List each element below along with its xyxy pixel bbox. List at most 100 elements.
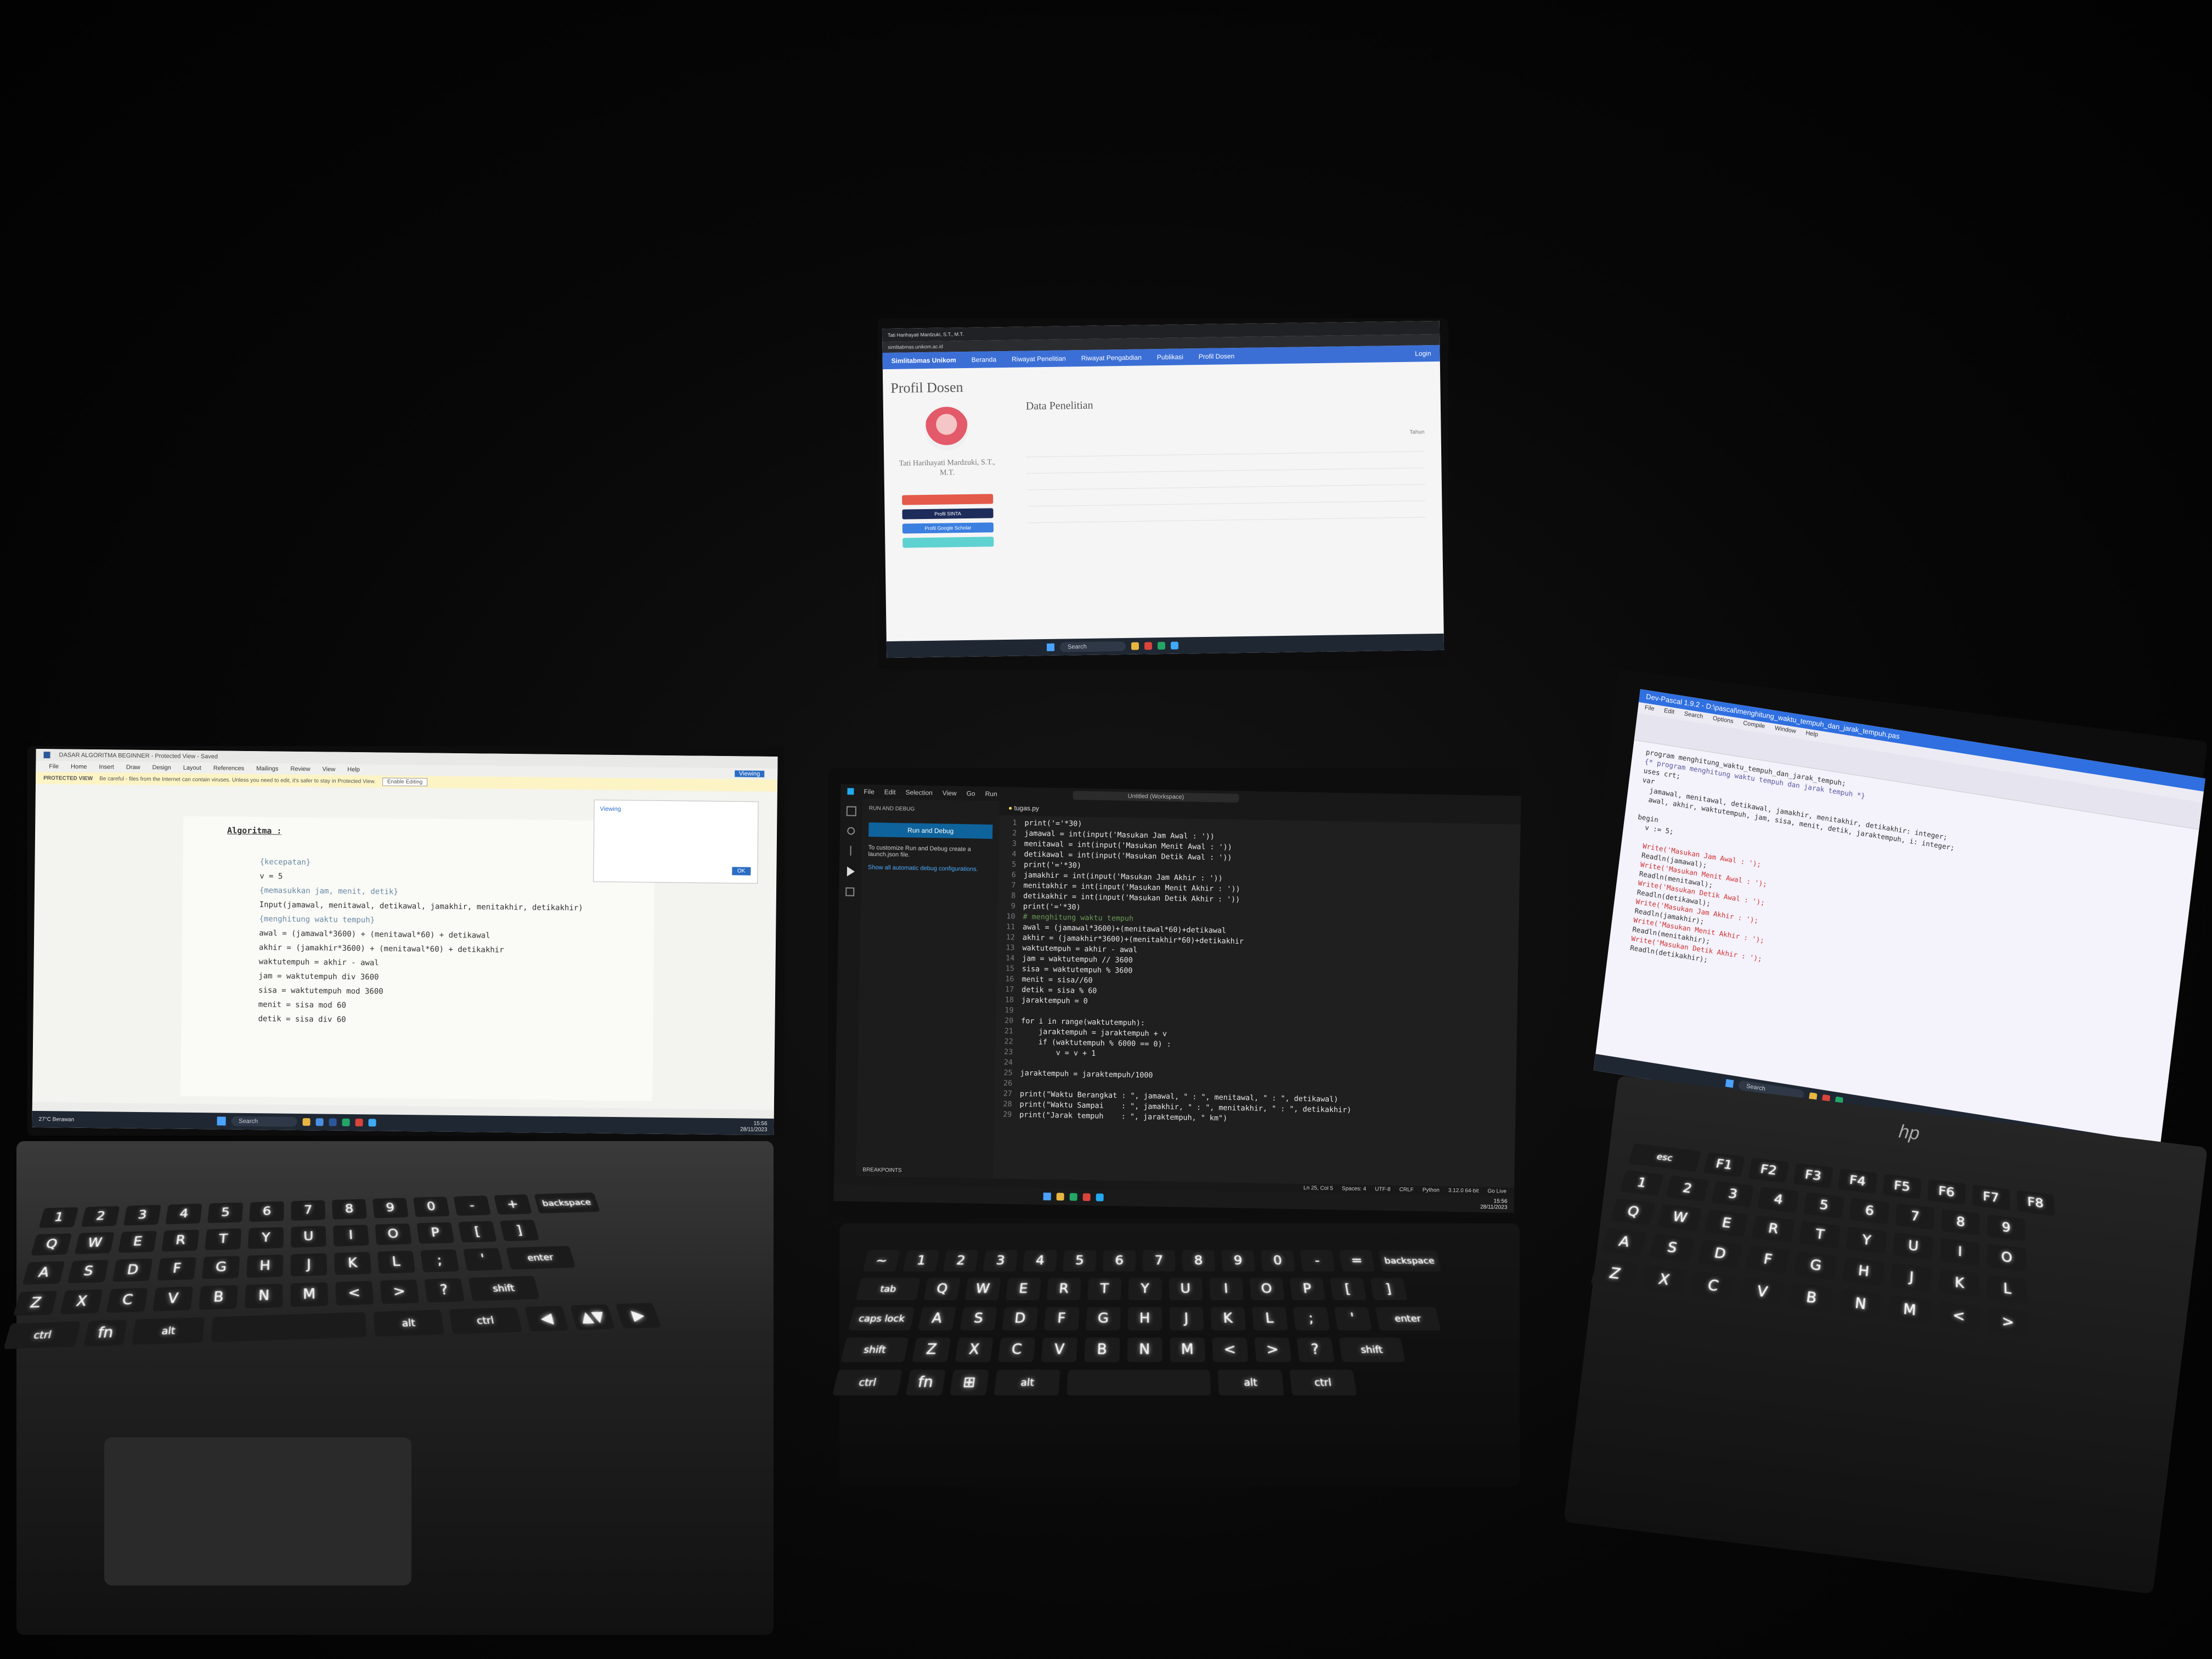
key[interactable]: F [157, 1257, 196, 1280]
key[interactable]: W [964, 1278, 1001, 1300]
key[interactable]: 9 [373, 1198, 408, 1218]
key[interactable]: alt [131, 1317, 205, 1345]
explorer-icon[interactable] [847, 806, 856, 816]
key[interactable]: I [1209, 1278, 1244, 1300]
menu-layout[interactable]: Layout [183, 765, 201, 771]
key[interactable]: U [1893, 1232, 1933, 1260]
key[interactable]: 8 [332, 1199, 367, 1219]
viewing-button[interactable]: Viewing [735, 770, 764, 777]
key[interactable]: S [67, 1260, 109, 1283]
key[interactable]: 6 [249, 1201, 284, 1222]
menu-draw[interactable]: Draw [126, 764, 140, 771]
status-item[interactable]: CRLF [1400, 1187, 1414, 1193]
key[interactable]: alt [373, 1310, 445, 1337]
key[interactable]: D [1697, 1239, 1743, 1268]
key[interactable]: A [22, 1261, 65, 1285]
key[interactable]: U [1169, 1278, 1202, 1300]
key[interactable]: G [202, 1256, 240, 1279]
key[interactable] [1066, 1370, 1211, 1396]
login-link[interactable]: Login [1415, 349, 1431, 357]
key[interactable]: < [1938, 1301, 1979, 1331]
key[interactable]: Y [1846, 1227, 1887, 1255]
key[interactable]: > [1987, 1307, 2029, 1338]
key[interactable]: X [1640, 1265, 1688, 1295]
run-and-debug-button[interactable]: Run and Debug [868, 822, 992, 839]
key[interactable]: T [205, 1228, 241, 1250]
menu-home[interactable]: Home [71, 764, 87, 770]
status-item[interactable]: Ln 25, Col 5 [1304, 1185, 1333, 1192]
key[interactable]: V [153, 1286, 193, 1312]
key[interactable]: P [416, 1222, 454, 1244]
key[interactable]: 3 [1711, 1181, 1754, 1207]
key[interactable]: < [335, 1281, 374, 1306]
email-button[interactable] [902, 494, 993, 505]
key[interactable]: 6 [1849, 1198, 1889, 1224]
menu-file[interactable]: File [1644, 704, 1655, 715]
key[interactable]: ▶ [616, 1303, 662, 1329]
menu-design[interactable]: Design [153, 764, 171, 771]
extensions-icon[interactable] [845, 887, 854, 896]
browser-tab[interactable]: Tati Harihayati Mardzuki, S.T., M.T. [888, 331, 964, 338]
key[interactable]: F3 [1793, 1163, 1833, 1188]
key[interactable]: H [1842, 1257, 1884, 1286]
key[interactable]: [ [458, 1221, 497, 1243]
key[interactable]: 1 [38, 1207, 78, 1228]
key[interactable]: G [1086, 1307, 1121, 1330]
command-center[interactable]: Untitled (Workspace) [1073, 791, 1239, 803]
key[interactable]: P [1289, 1278, 1325, 1300]
key[interactable]: W [74, 1232, 114, 1254]
app-icon[interactable] [1070, 1193, 1077, 1201]
key[interactable]: N [245, 1284, 283, 1308]
status-item[interactable]: Spaces: 4 [1342, 1186, 1367, 1193]
key[interactable]: E [118, 1231, 157, 1253]
app-icon[interactable] [1057, 1193, 1064, 1200]
key[interactable]: L [1251, 1307, 1288, 1330]
menu-selection[interactable]: Selection [905, 788, 933, 797]
key[interactable]: F8 [2017, 1190, 2055, 1216]
key[interactable]: fn [905, 1370, 945, 1396]
status-item[interactable]: Go Live [1487, 1188, 1506, 1195]
key[interactable]: A [918, 1307, 956, 1330]
key[interactable]: V [1041, 1338, 1077, 1362]
key[interactable]: L [377, 1251, 416, 1274]
key[interactable]: N [1127, 1338, 1162, 1362]
key[interactable]: shift [469, 1276, 540, 1301]
key[interactable]: R [161, 1229, 199, 1251]
menu-file[interactable]: File [864, 788, 874, 795]
key[interactable]: ; [1293, 1307, 1329, 1330]
key[interactable]: 9 [1221, 1250, 1255, 1271]
key[interactable]: ▲▼ [570, 1304, 616, 1330]
status-item[interactable]: UTF-8 [1375, 1186, 1391, 1193]
key[interactable]: B [1084, 1338, 1120, 1362]
key[interactable]: 0 [413, 1197, 450, 1217]
menu-file[interactable]: File [49, 763, 59, 770]
nav-item[interactable]: Profil Dosen [1199, 352, 1235, 360]
weather-widget[interactable]: 27°C Berawan [39, 1116, 75, 1123]
debug-configs-link[interactable]: Show all automatic debug configurations. [868, 864, 992, 873]
nav-item[interactable]: Riwayat Penelitian [1012, 354, 1066, 363]
sinta-button[interactable]: Profil SINTA [902, 509, 993, 520]
key[interactable]: T [1087, 1278, 1121, 1300]
key[interactable]: shift [840, 1338, 909, 1362]
key[interactable]: 1 [1620, 1170, 1664, 1197]
key[interactable]: Z [13, 1291, 58, 1316]
key[interactable]: > [1254, 1338, 1291, 1362]
key[interactable]: - [1300, 1250, 1335, 1271]
key[interactable]: D [1002, 1307, 1038, 1330]
key[interactable]: H [246, 1255, 283, 1278]
key[interactable]: ctrl [832, 1370, 902, 1396]
key[interactable]: F [1746, 1245, 1790, 1274]
key[interactable]: ctrl [1289, 1370, 1357, 1396]
menu-edit[interactable]: Edit [1663, 707, 1675, 718]
app-icon[interactable] [1096, 1193, 1104, 1201]
key[interactable]: + [494, 1194, 532, 1215]
key[interactable]: K [1939, 1268, 1979, 1298]
key[interactable]: H [1127, 1307, 1161, 1330]
app-icon[interactable] [355, 1119, 363, 1126]
key[interactable]: Z [1590, 1259, 1639, 1289]
key[interactable]: > [380, 1279, 419, 1304]
key[interactable]: fn [83, 1320, 127, 1347]
key[interactable]: enter [506, 1246, 575, 1269]
key[interactable]: Q [1610, 1198, 1656, 1226]
key[interactable] [211, 1312, 367, 1342]
